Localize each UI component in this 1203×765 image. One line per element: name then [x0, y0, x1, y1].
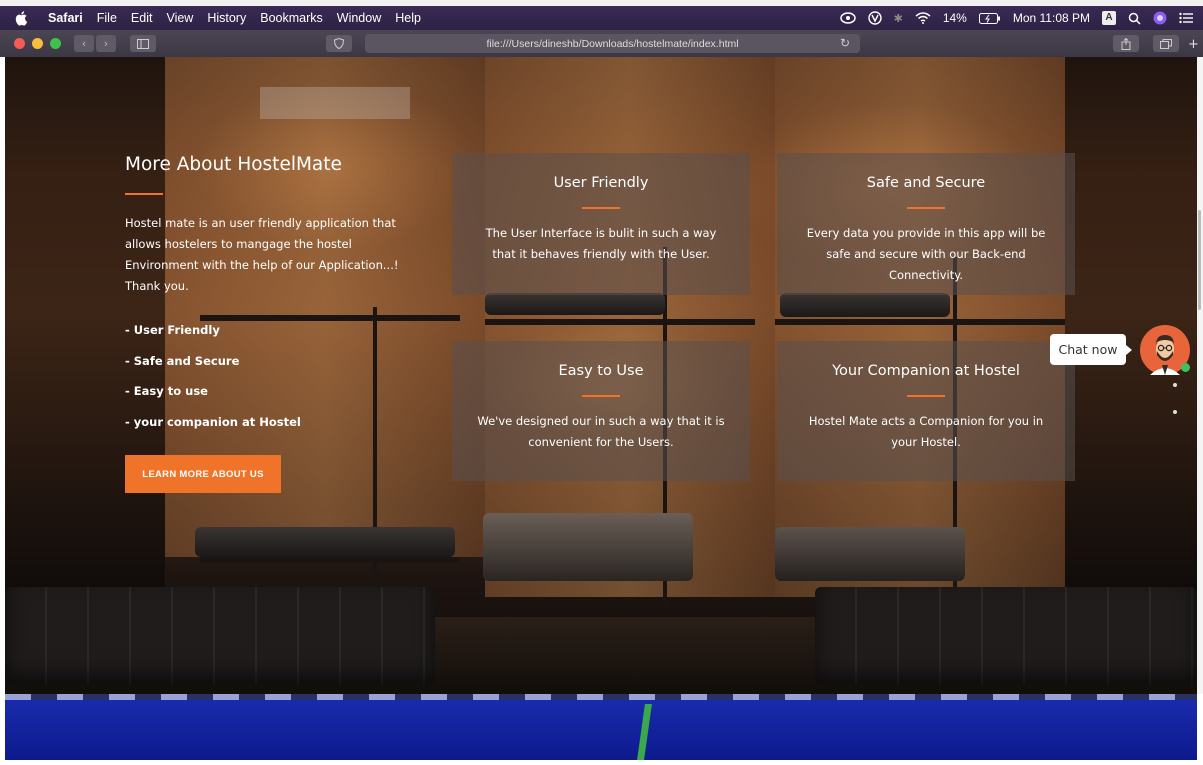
hero-section: More About HostelMate Hostel mate is an … [5, 57, 1197, 694]
card-accent-line [582, 395, 620, 397]
learn-more-button[interactable]: LEARN MORE ABOUT US [125, 455, 281, 493]
menu-app-name[interactable]: Safari [48, 11, 83, 25]
feature-card-safe-secure: Safe and Secure Every data you provide i… [777, 153, 1075, 295]
chat-now-label: Chat now [1058, 342, 1118, 357]
card-accent-line [907, 395, 945, 397]
ceiling-vent [260, 87, 410, 119]
card-accent-line [582, 207, 620, 209]
menu-window[interactable]: Window [337, 11, 381, 25]
about-feature-list: - User Friendly - Safe and Secure - Easy… [125, 319, 301, 441]
battery-percent: 14% [942, 11, 967, 25]
list-item: - Easy to use [125, 384, 208, 398]
mattress-lower-right [775, 527, 965, 581]
bunk-shelf-lower-left [200, 557, 460, 563]
decorative-green-line [637, 704, 652, 760]
battery-icon[interactable] [978, 12, 1001, 24]
card-text: Hostel Mate acts a Companion for you in … [808, 414, 1044, 449]
feature-card-user-friendly: User Friendly The User Interface is buli… [452, 153, 750, 295]
card-accent-line [907, 207, 945, 209]
list-item: - Safe and Secure [125, 353, 240, 368]
macos-menubar: Safari File Edit View History Bookmarks … [0, 0, 1203, 30]
about-title: More About HostelMate [125, 154, 342, 175]
sidebar-toggle-icon[interactable] [130, 35, 156, 52]
page-scrollbar-thumb[interactable] [1198, 210, 1201, 310]
menu-history[interactable]: History [207, 11, 246, 25]
bunk-shelf-middle [485, 319, 755, 325]
apple-logo-icon[interactable] [14, 10, 30, 26]
list-item: - your companion at Hostel [125, 414, 301, 429]
bench-edge-stripe [5, 694, 1197, 700]
card-title: User Friendly [553, 175, 649, 191]
about-description: Hostel mate is an user friendly applicat… [125, 216, 399, 293]
card-title: Easy to Use [558, 363, 644, 379]
safari-toolbar: ‹ › file:///Users/dineshb/Downloads/host… [0, 30, 1203, 57]
share-icon[interactable] [1113, 35, 1139, 52]
clock[interactable]: Mon 11:08 PM [1013, 11, 1090, 25]
slide-pager-dot[interactable] [1173, 410, 1177, 414]
menu-bookmarks[interactable]: Bookmarks [260, 11, 323, 25]
menu-edit[interactable]: Edit [131, 11, 153, 25]
list-item: - User Friendly [125, 323, 220, 337]
about-accent-line [125, 193, 163, 195]
feature-card-easy-to-use: Easy to Use We've designed our in such a… [452, 341, 750, 481]
privacy-shield-icon[interactable] [326, 35, 352, 52]
mattress-upper-middle [485, 293, 665, 315]
ladder-left [373, 307, 377, 617]
spotlight-search-icon[interactable] [1128, 12, 1141, 25]
bluetooth-icon[interactable]: ✱ [894, 12, 903, 25]
reload-icon[interactable]: ↻ [840, 36, 850, 50]
forward-button[interactable]: › [96, 35, 116, 52]
card-text: The User Interface is bulit in such a wa… [485, 226, 717, 261]
card-title: Safe and Secure [866, 175, 986, 191]
menu-view[interactable]: View [166, 11, 193, 25]
chat-now-button[interactable]: Chat now [1050, 334, 1132, 365]
address-bar[interactable]: file:///Users/dineshb/Downloads/hostelma… [365, 34, 860, 53]
mattress-lower-left [195, 527, 455, 557]
menu-file[interactable]: File [97, 11, 117, 25]
mattress-upper-right [780, 293, 950, 317]
feature-card-companion: Your Companion at Hostel Hostel Mate act… [777, 341, 1075, 481]
minimize-window-button[interactable] [32, 38, 43, 49]
notification-center-icon[interactable] [1179, 12, 1193, 24]
card-text: Every data you provide in this app will … [806, 226, 1046, 282]
mattress-lower-middle [483, 513, 693, 581]
tabs-overview-icon[interactable] [1153, 35, 1179, 52]
zoom-window-button[interactable] [50, 38, 61, 49]
siri-icon[interactable] [1153, 11, 1167, 25]
card-text: We've designed our in such a way that it… [477, 414, 725, 449]
card-title: Your Companion at Hostel [832, 363, 1020, 379]
creative-cloud-icon[interactable] [839, 12, 856, 24]
url-text: file:///Users/dineshb/Downloads/hostelma… [486, 37, 739, 50]
wifi-icon[interactable] [915, 12, 931, 24]
menu-help[interactable]: Help [395, 11, 421, 25]
vpn-icon[interactable] [867, 11, 882, 25]
slide-pager-dot[interactable] [1173, 383, 1177, 387]
new-tab-button[interactable]: + [1188, 37, 1199, 52]
page-scrollbar-track[interactable] [1197, 57, 1203, 694]
close-window-button[interactable] [14, 38, 25, 49]
leather-bench-left [5, 587, 435, 685]
input-source-badge[interactable]: A [1102, 11, 1116, 25]
next-section-banner [5, 694, 1197, 760]
background-wood-panel-right [775, 57, 1065, 597]
online-status-dot [1181, 363, 1190, 372]
back-button[interactable]: ‹ [74, 35, 94, 52]
bunk-shelf-right [775, 319, 1065, 325]
leather-bench-right [815, 587, 1197, 685]
